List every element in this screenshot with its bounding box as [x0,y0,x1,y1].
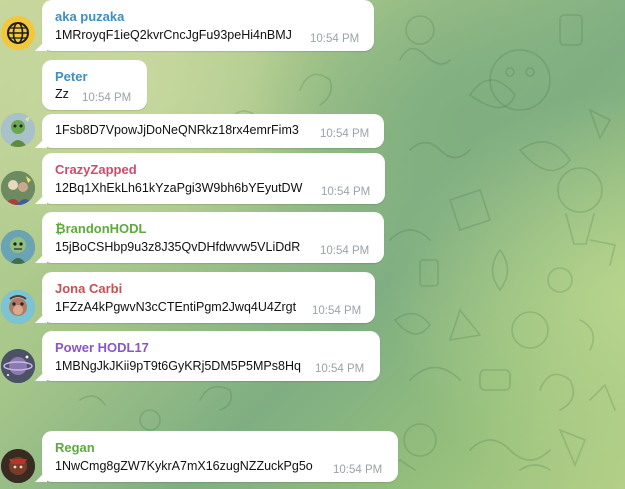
message-bubble[interactable]: ₿randonHODL 15jBoCSHbp9u3z8J35QvDHfdwvw5… [42,212,384,263]
character-avatar[interactable] [1,113,35,147]
message-time: 10:54 PM [321,186,371,198]
message-time: 10:54 PM [312,305,362,317]
message-bubble[interactable]: Regan 1NwCmg8gZW7KykrA7mX16zugNZZuckPg5o… [42,431,398,482]
dark-avatar[interactable] [1,449,35,483]
sender-name[interactable]: aka puzaka [55,9,124,24]
sender-name[interactable]: Power HODL17 [55,340,149,355]
message-text: 1FZzA4kPgwvN3cCTEntiPgm2Jwq4U4Zrgt [55,300,297,314]
globe-avatar[interactable] [1,16,35,50]
zombie-avatar[interactable] [1,230,35,264]
message-bubble[interactable]: Power HODL17 1MBNgJkJKii9pT9t6GyKRj5DM5P… [42,331,380,381]
message-text: Zz [55,87,69,101]
message-text: 1Fsb8D7VpowJjDoNeQNRkz18rx4emrFim3 [55,123,299,137]
message-time: 10:54 PM [310,33,360,45]
message-bubble[interactable]: aka puzaka 1MRroyqF1ieQ2kvrCncJgFu93peHi… [42,0,374,51]
message-text: 1MBNgJkJKii9pT9t6GyKRj5DM5P5MPs8Hq [55,359,301,373]
sender-name[interactable]: Regan [55,440,95,455]
message-text: 1NwCmg8gZW7KykrA7mX16zugNZZuckPg5o [55,459,313,473]
planet-avatar[interactable] [1,349,35,383]
message-time: 10:54 PM [315,363,365,375]
message-text: 12Bq1XhEkLh61kYzaPgi3W9bh6bYEyutDW [55,181,303,195]
photo-avatar[interactable] [1,171,35,205]
sender-name[interactable]: CrazyZapped [55,162,137,177]
chat-background: aka puzaka 1MRroyqF1ieQ2kvrCncJgFu93peHi… [0,0,625,489]
sender-name[interactable]: Jona Carbi [55,281,122,296]
message-text: 1MRroyqF1ieQ2kvrCncJgFu93peHi4nBMJ [55,28,292,42]
message-bubble[interactable]: Jona Carbi 1FZzA4kPgwvN3cCTEntiPgm2Jwq4U… [42,272,375,323]
message-time: 10:54 PM [320,128,370,140]
message-time: 10:54 PM [82,92,132,104]
message-bubble[interactable]: CrazyZapped 12Bq1XhEkLh61kYzaPgi3W9bh6bY… [42,153,385,204]
sender-name[interactable]: ₿randonHODL [55,221,146,236]
message-text: 15jBoCSHbp9u3z8J35QvDHfdwvw5VLiDdR [55,240,301,254]
message-time: 10:54 PM [320,245,370,257]
message-bubble[interactable]: Peter Zz 10:54 PM [42,60,147,110]
message-bubble[interactable]: 1Fsb8D7VpowJjDoNeQNRkz18rx4emrFim3 10:54… [42,114,384,148]
message-time: 10:54 PM [333,464,383,476]
sender-name[interactable]: Peter [55,69,88,84]
ape-avatar[interactable] [1,290,35,324]
